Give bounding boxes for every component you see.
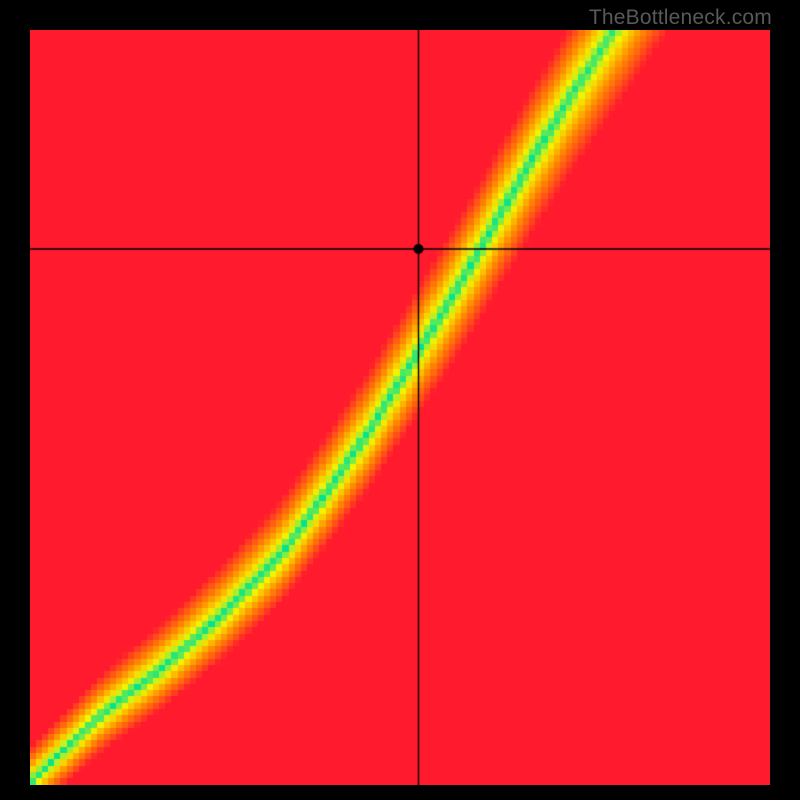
chart-frame: TheBottleneck.com [0,0,800,800]
watermark-text: TheBottleneck.com [589,6,772,30]
bottleneck-heatmap-canvas [30,30,770,785]
plot-area [30,30,770,785]
